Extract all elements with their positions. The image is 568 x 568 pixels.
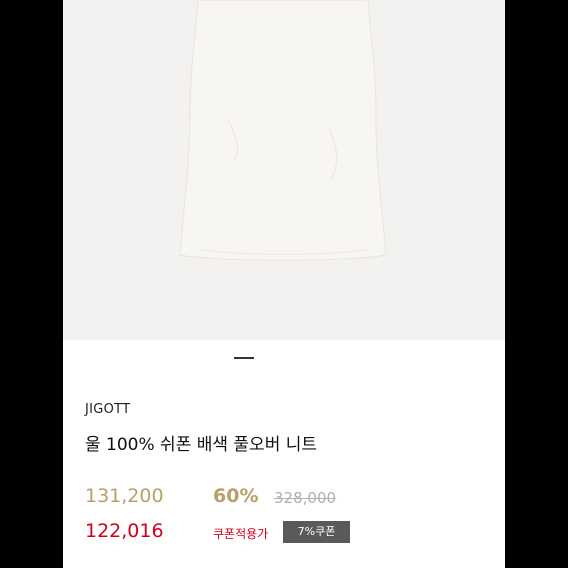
product-detail-page: JIGOTT 울 100% 쉬폰 배색 풀오버 니트 131,200 60% 3… [63, 0, 505, 568]
carousel-indicator[interactable] [234, 357, 254, 359]
product-title: 울 100% 쉬폰 배색 풀오버 니트 [85, 435, 318, 455]
product-image[interactable] [63, 0, 505, 340]
discount-rate: 60% [213, 485, 259, 507]
knit-top-image [180, 0, 386, 261]
coupon-label: 쿠폰적용가 [213, 527, 269, 541]
coupon-price: 122,016 [85, 520, 164, 542]
coupon-badge[interactable]: 7%쿠폰 [283, 521, 350, 543]
brand-name[interactable]: JIGOTT [85, 402, 130, 417]
sale-price: 131,200 [85, 485, 164, 507]
list-price: 328,000 [274, 489, 337, 507]
